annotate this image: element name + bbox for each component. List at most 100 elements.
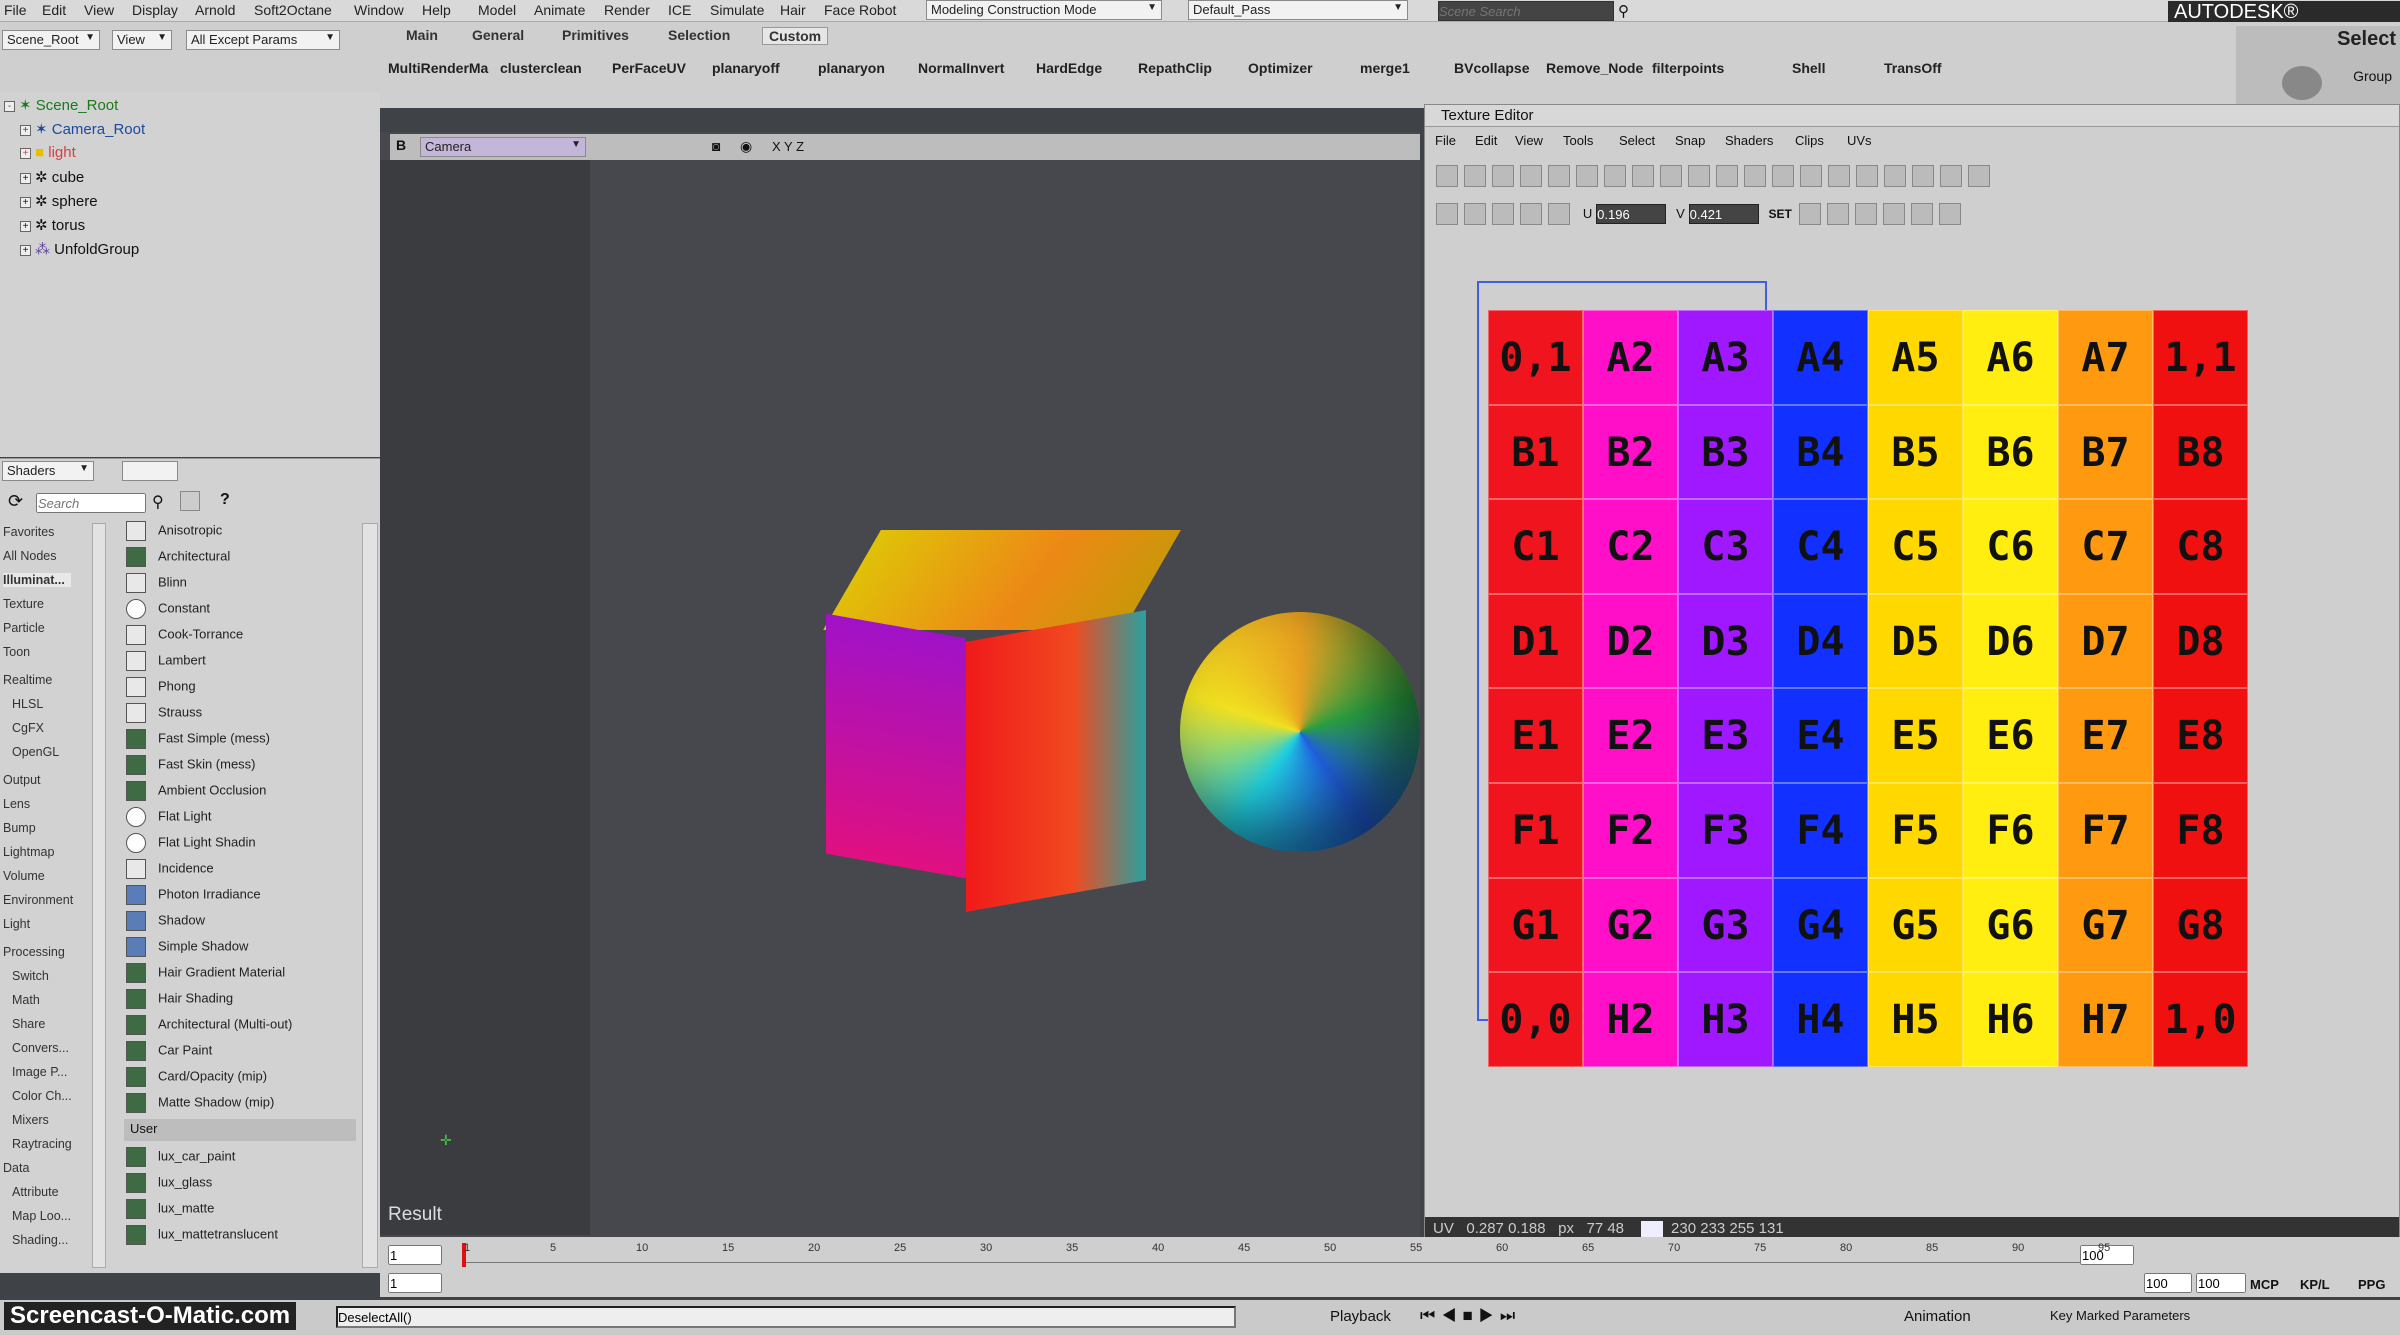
te-menu-snap[interactable]: Snap (1675, 133, 1705, 148)
menu-window[interactable]: Window (354, 2, 404, 18)
range-end-field[interactable] (2144, 1273, 2192, 1293)
node-list-scrollbar[interactable] (362, 523, 378, 1268)
category-opengl[interactable]: OpenGL (12, 745, 59, 759)
tool-icon[interactable] (1800, 165, 1822, 187)
menu-simulate[interactable]: Simulate (710, 2, 764, 18)
tool-icon[interactable] (1520, 165, 1542, 187)
te-menu-select[interactable]: Select (1619, 133, 1655, 148)
tool-icon[interactable] (1660, 165, 1682, 187)
tool-icon[interactable] (1464, 165, 1486, 187)
tool-icon[interactable] (1772, 165, 1794, 187)
category-attribute[interactable]: Attribute (12, 1185, 59, 1199)
command-line-input[interactable] (336, 1306, 1236, 1328)
category-image-processing[interactable]: Image P... (12, 1065, 67, 1079)
v-value-field[interactable] (1688, 204, 1759, 224)
options-icon[interactable] (180, 491, 200, 511)
category-shading[interactable]: Shading... (12, 1233, 68, 1247)
node-shadow[interactable]: Shadow (126, 911, 358, 937)
node-constant[interactable]: Constant (126, 599, 358, 625)
category-data[interactable]: Data (3, 1161, 29, 1175)
tool-icon[interactable] (1688, 165, 1710, 187)
menu-model[interactable]: Model (478, 2, 516, 18)
planaryon-button[interactable]: planaryon (818, 60, 885, 76)
timeline-track[interactable] (464, 1249, 2104, 1263)
node-lux-car-paint[interactable]: lux_car_paint (126, 1147, 358, 1173)
te-menu-edit[interactable]: Edit (1475, 133, 1497, 148)
category-lightmap[interactable]: Lightmap (3, 845, 54, 859)
shader-search-input[interactable] (36, 493, 146, 513)
tool-icon[interactable] (1548, 203, 1570, 225)
filter-select[interactable]: All Except Params (186, 30, 340, 50)
tool-icon[interactable] (1968, 165, 1990, 187)
tool-icon[interactable] (1632, 165, 1654, 187)
group-button[interactable]: Group (2353, 68, 2392, 84)
tool-icon[interactable] (1826, 203, 1849, 225)
tool-icon[interactable] (1492, 203, 1514, 225)
category-raytracing[interactable]: Raytracing (12, 1137, 72, 1151)
remove-node-button[interactable]: Remove_Node (1546, 60, 1643, 76)
transoff-button[interactable]: TransOff (1884, 60, 1942, 76)
category-bump[interactable]: Bump (3, 821, 36, 835)
category-illumination[interactable]: Illuminat... (3, 573, 71, 587)
menu-file[interactable]: File (4, 2, 27, 18)
merge1-button[interactable]: merge1 (1360, 60, 1410, 76)
tree-item-light[interactable]: + ■ light (20, 144, 76, 161)
optimizer-button[interactable]: Optimizer (1248, 60, 1313, 76)
category-favorites[interactable]: Favorites (3, 525, 54, 539)
set-button[interactable]: SET (1769, 207, 1792, 221)
node-lux-mattetranslucent[interactable]: lux_mattetranslucent (126, 1225, 358, 1251)
node-ambient-occlusion[interactable]: Ambient Occlusion (126, 781, 358, 807)
eye-icon[interactable]: ◉ (740, 138, 752, 155)
tool-icon[interactable] (1856, 165, 1878, 187)
collapse-icon[interactable]: - (4, 100, 15, 112)
normalinvert-button[interactable]: NormalInvert (918, 60, 1004, 76)
te-menu-file[interactable]: File (1435, 133, 1456, 148)
node-simple-shadow[interactable]: Simple Shadow (126, 937, 358, 963)
category-environment[interactable]: Environment (3, 893, 73, 907)
transport-controls[interactable]: ⏮◀■▶⏭ (1420, 1306, 1521, 1326)
node-lambert[interactable]: Lambert (126, 651, 358, 677)
node-architectural[interactable]: Architectural (126, 547, 358, 573)
category-switch[interactable]: Switch (12, 969, 49, 983)
category-share[interactable]: Share (12, 1017, 45, 1031)
tool-icon[interactable] (1854, 203, 1877, 225)
tab-primitives[interactable]: Primitives (562, 27, 629, 43)
shaders-dropdown[interactable]: Shaders (2, 461, 94, 481)
category-all-nodes[interactable]: All Nodes (3, 549, 57, 563)
node-phong[interactable]: Phong (126, 677, 358, 703)
menu-help[interactable]: Help (422, 2, 451, 18)
menu-arnold[interactable]: Arnold (195, 2, 235, 18)
expand-icon[interactable]: + (20, 244, 31, 256)
category-output[interactable]: Output (3, 773, 41, 787)
scene-search-input[interactable] (1438, 1, 1614, 21)
node-lux-matte[interactable]: lux_matte (126, 1199, 358, 1225)
category-volume[interactable]: Volume (3, 869, 45, 883)
construction-mode-select[interactable]: Modeling Construction Mode (926, 0, 1162, 20)
camera-select[interactable]: Camera (420, 137, 586, 157)
category-texture[interactable]: Texture (3, 597, 44, 611)
filterpoints-button[interactable]: filterpoints (1652, 60, 1724, 76)
tool-icon[interactable] (1576, 165, 1598, 187)
expand-icon[interactable]: + (20, 172, 31, 184)
animation-button[interactable]: Animation (1904, 1308, 1971, 1325)
multirender-button[interactable]: MultiRenderMa (388, 60, 488, 76)
textured-sphere[interactable] (1180, 612, 1420, 852)
te-menu-shaders[interactable]: Shaders (1725, 133, 1773, 148)
menu-edit[interactable]: Edit (42, 2, 66, 18)
menu-render[interactable]: Render (604, 2, 650, 18)
tool-icon[interactable] (1716, 165, 1738, 187)
clusterclean-button[interactable]: clusterclean (500, 60, 582, 76)
refresh-icon[interactable]: ⟳ (8, 491, 23, 512)
node-card-opacity[interactable]: Card/Opacity (mip) (126, 1067, 358, 1093)
menu-face-robot[interactable]: Face Robot (824, 2, 896, 18)
search-icon[interactable]: ⚲ (152, 492, 164, 512)
node-blinn[interactable]: Blinn (126, 573, 358, 599)
tool-icon[interactable] (1938, 203, 1961, 225)
menu-animate[interactable]: Animate (534, 2, 585, 18)
menu-display[interactable]: Display (132, 2, 178, 18)
category-scrollbar[interactable] (92, 523, 106, 1268)
viewport-b[interactable]: Result ✛ (380, 132, 1420, 1237)
tab-custom[interactable]: Custom (762, 27, 829, 45)
node-fast-simple[interactable]: Fast Simple (mess) (126, 729, 358, 755)
node-matte-shadow[interactable]: Matte Shadow (mip) (126, 1093, 358, 1119)
